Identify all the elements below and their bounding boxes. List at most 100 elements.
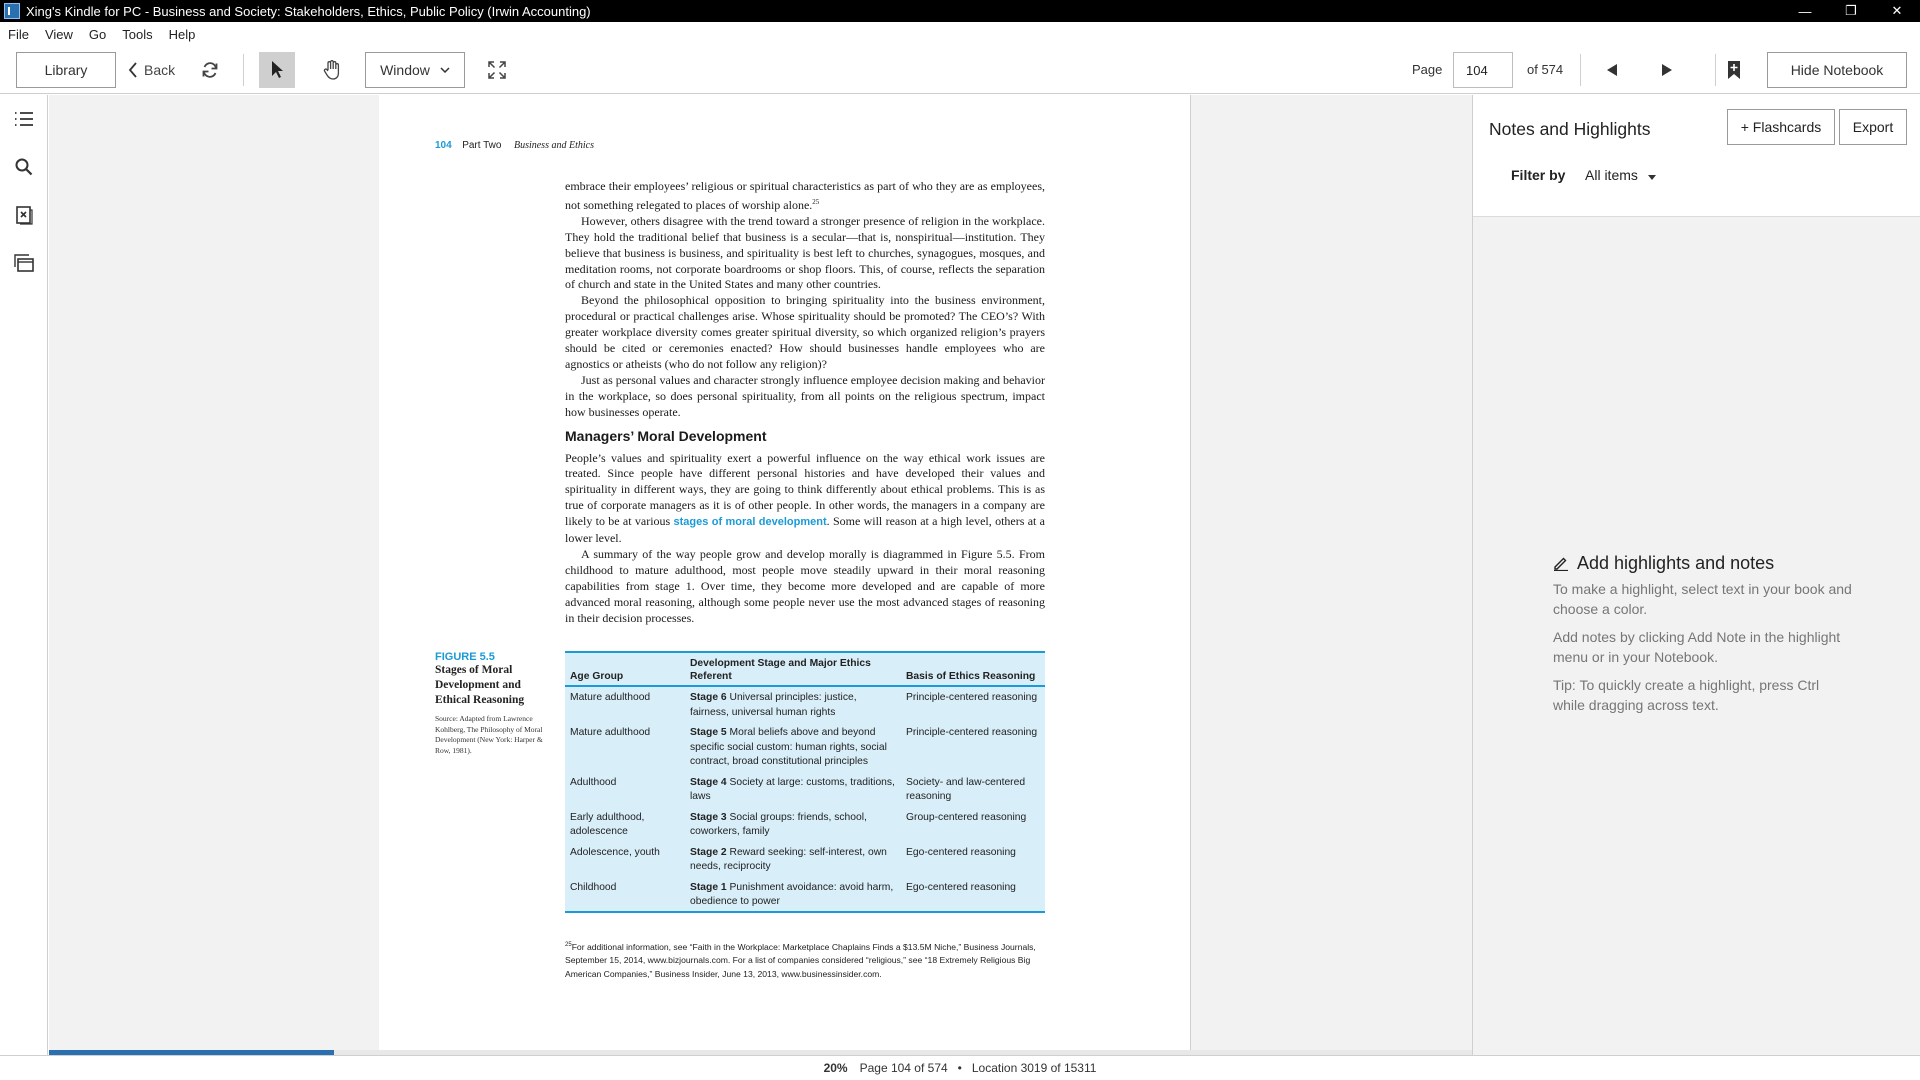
window-title: Xing's Kindle for PC - Business and Soci… [26,3,591,19]
table-row: Mature adulthood Stage 5 Moral beliefs a… [565,722,1045,772]
select-cursor-icon[interactable] [259,52,295,88]
menu-go[interactable]: Go [81,27,114,42]
menu-tools[interactable]: Tools [114,27,160,42]
menu-view[interactable]: View [37,27,81,42]
table-cell: Ego-centered reasoning [906,846,1016,858]
chevron-left-icon [128,62,137,78]
table-cell: Adulthood [570,776,617,788]
reading-percent: 20% [823,1061,848,1075]
table-cell: Ego-centered reasoning [906,881,1016,893]
table-cell: Childhood [570,881,617,893]
table-row: Mature adulthood Stage 6 Universal princ… [565,686,1045,722]
back-button[interactable]: Back [128,58,175,82]
page-number-input[interactable]: 104 [1453,52,1513,88]
empty-state-text: Add notes by clicking Add Note in the hi… [1553,629,1841,665]
footnote-ref[interactable]: 25 [812,198,819,206]
toolbar-divider [1715,54,1716,86]
table-row: Childhood Stage 1 Punishment avoidance: … [565,877,1045,912]
table-row: Early adulthood, adolescence Stage 3 Soc… [565,807,1045,842]
view-mode-value: Window [380,62,430,78]
page-header-number: 104 [435,140,452,151]
table-row: Adulthood Stage 4 Society at large: cust… [565,772,1045,807]
export-button[interactable]: Export [1839,109,1907,145]
hand-pan-icon[interactable] [318,56,346,84]
table-cell: Adolescence, youth [570,846,660,858]
table-header-row: Age Group Development Stage and Major Et… [565,653,1045,687]
figure-source: Source: Adapted from Lawrence Kohlberg, … [435,714,543,755]
glossary-link[interactable]: stages of moral development [674,516,827,528]
table-cell: Stage 6 Universal principles: justice, f… [690,692,857,718]
page-header: 104 Part Two Business and Ethics [435,140,594,151]
section-heading: Managers’ Moral Development [565,427,767,444]
close-icon[interactable]: ✕ [1874,0,1920,22]
page-header-section: Business and Ethics [513,140,594,151]
paragraph: Just as personal values and character st… [565,372,1045,419]
location-info: Location 3019 of 15311 [971,1061,1097,1075]
paragraph: However, others disagree with the trend … [565,213,1045,292]
filter-dropdown[interactable]: All items [1585,167,1656,183]
sync-icon[interactable] [198,58,222,82]
table-header: Basis of Ethics Reasoning [901,653,1045,687]
paragraph: A summary of the way people grow and dev… [565,546,1045,625]
table-cell: Principle-centered reasoning [906,727,1038,738]
figure-title: Stages of Moral Development and Ethical … [435,664,525,706]
book-page[interactable]: 104 Part Two Business and Ethics embrace… [379,95,1191,1050]
search-icon[interactable] [12,155,36,179]
toolbar-divider [243,54,244,86]
figure-label: FIGURE 5.5 [435,651,495,663]
page-info: Page 104 of 574 [859,1061,948,1075]
toolbar: Library Back Window Page 104 of 574 Hide… [0,46,1920,94]
figure-table: Age Group Development Stage and Major Et… [565,651,1045,913]
library-button[interactable]: Library [16,52,116,88]
view-mode-dropdown[interactable]: Window [365,52,465,88]
footnote-text: For additional information, see “Faith i… [565,941,1036,979]
menu-help[interactable]: Help [161,27,204,42]
table-cell: Mature adulthood [570,727,651,738]
next-page-icon[interactable] [1655,58,1679,82]
empty-state-text: Tip: To quickly create a highlight, pres… [1553,677,1820,713]
menu-file[interactable]: File [0,27,37,42]
footnote: 25For additional information, see “Faith… [565,939,1055,981]
flashcards-icon[interactable] [12,203,36,227]
notebook-header: Notes and Highlights + Flashcards Export… [1473,95,1920,217]
left-rail [0,95,48,1055]
caret-down-icon [1647,175,1656,180]
table-of-contents-icon[interactable] [12,107,36,131]
table-cell: Society- and law-centered reasoning [906,776,1026,803]
status-bar: 20% Page 104 of 574 • Location 3019 of 1… [0,1055,1920,1080]
window-controls: — ❐ ✕ [1782,0,1920,22]
footnote-number: 25 [565,942,572,948]
separator-dot: • [957,1061,962,1075]
table-row: Adolescence, youth Stage 2 Reward seekin… [565,842,1045,877]
hide-notebook-button[interactable]: Hide Notebook [1767,52,1907,88]
minimize-icon[interactable]: — [1782,0,1828,22]
table-header: Development Stage and Major Ethics Refer… [685,653,901,687]
empty-state-text: To make a highlight, select text in your… [1553,581,1852,617]
table-cell: Mature adulthood [570,692,651,703]
restore-icon[interactable]: ❐ [1828,0,1874,22]
notebook-panel: Notes and Highlights + Flashcards Export… [1472,95,1920,1055]
toolbar-divider [1580,54,1581,86]
table-cell: Early adulthood, adolescence [570,811,645,838]
paragraph: People’s values and spirituality exert a… [565,450,1045,546]
filter-value: All items [1585,167,1638,183]
table-cell: Principle-centered reasoning [906,692,1038,703]
previous-page-icon[interactable] [1600,58,1624,82]
page-label: Page [1412,62,1443,77]
flashcards-button[interactable]: + Flashcards [1727,109,1835,145]
table-header: Age Group [565,653,685,687]
cards-view-icon[interactable] [12,251,36,275]
bookmark-add-icon[interactable] [1722,56,1746,84]
page-body: embrace their employees’ religious or sp… [565,179,1045,626]
page-header-part: Part Two [462,140,502,151]
table-cell: Stage 3 Social groups: friends, school, … [690,811,867,838]
fullscreen-icon[interactable] [485,58,509,82]
paragraph: embrace their employees’ religious or sp… [565,179,1045,212]
table-cell: Stage 2 Reward seeking: self-interest, o… [690,846,887,873]
title-bar: Xing's Kindle for PC - Business and Soci… [0,0,1920,22]
table-cell: Stage 1 Punishment avoidance: avoid harm… [690,881,894,908]
figure-caption: FIGURE 5.5 Stages of Moral Development a… [435,651,545,756]
table-cell: Group-centered reasoning [906,811,1027,823]
kindle-app-icon [4,3,20,19]
reader-area[interactable]: 104 Part Two Business and Ethics embrace… [49,95,1472,1055]
